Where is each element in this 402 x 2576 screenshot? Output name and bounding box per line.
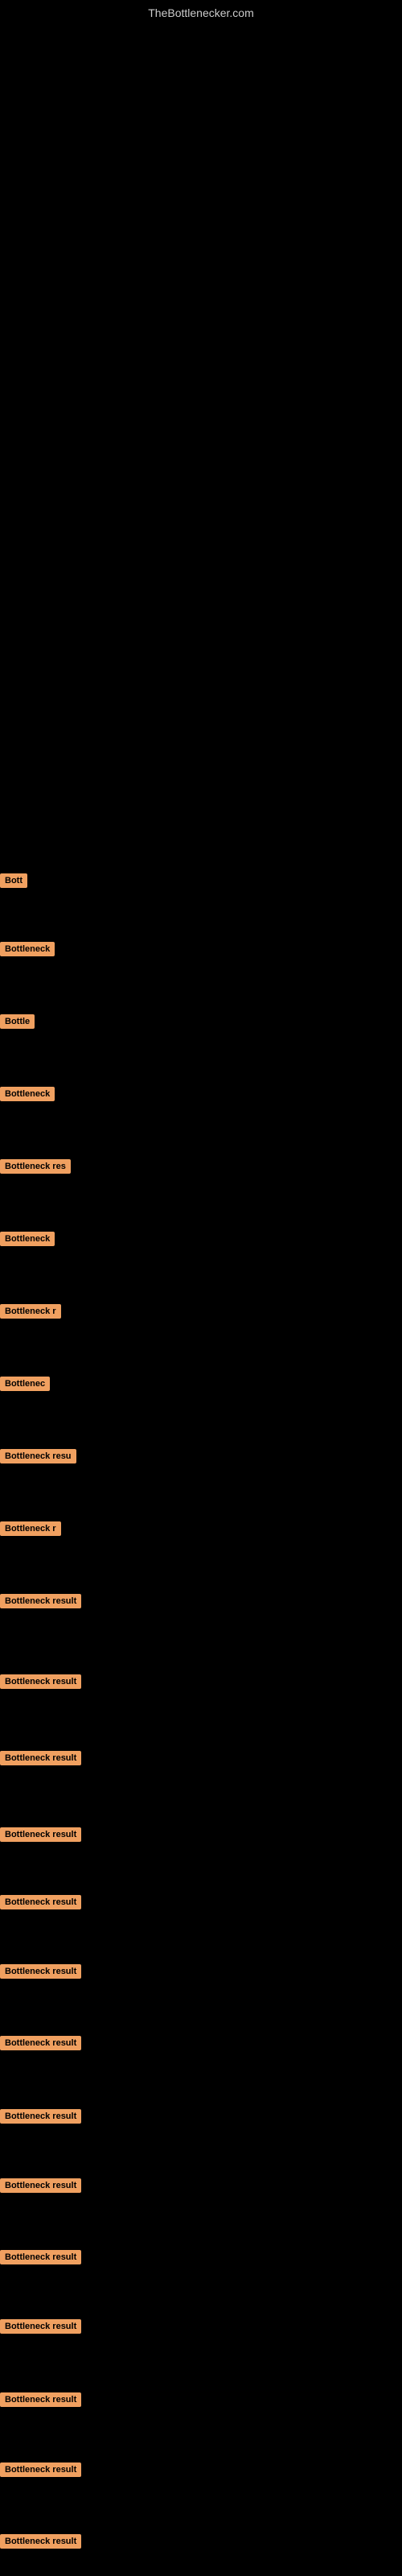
bottleneck-result-label[interactable]: Bottleneck — [0, 1232, 55, 1246]
bottleneck-result-row-24: Bottleneck result — [0, 2534, 81, 2553]
bottleneck-result-row-3: Bottle — [0, 1014, 35, 1033]
bottleneck-result-row-2: Bottleneck — [0, 942, 55, 960]
bottleneck-result-label[interactable]: Bottleneck result — [0, 1827, 81, 1842]
bottleneck-result-row-9: Bottleneck resu — [0, 1449, 76, 1468]
bottleneck-result-row-22: Bottleneck result — [0, 2392, 81, 2411]
bottleneck-result-row-21: Bottleneck result — [0, 2319, 81, 2338]
bottleneck-result-row-4: Bottleneck — [0, 1087, 55, 1105]
bottleneck-result-label[interactable]: Bottleneck r — [0, 1521, 61, 1536]
bottleneck-result-label[interactable]: Bottleneck result — [0, 1594, 81, 1608]
bottleneck-result-label[interactable]: Bottleneck result — [0, 2319, 81, 2334]
bottleneck-result-label[interactable]: Bottleneck result — [0, 1895, 81, 1909]
bottleneck-result-row-11: Bottleneck result — [0, 1594, 81, 1612]
site-title: TheBottlenecker.com — [0, 0, 402, 23]
bottleneck-result-label[interactable]: Bottleneck resu — [0, 1449, 76, 1463]
bottleneck-result-label[interactable]: Bottleneck result — [0, 2109, 81, 2124]
bottleneck-result-row-14: Bottleneck result — [0, 1827, 81, 1846]
bottleneck-result-row-13: Bottleneck result — [0, 1751, 81, 1769]
bottleneck-result-label[interactable]: Bottleneck r — [0, 1304, 61, 1319]
bottleneck-result-row-17: Bottleneck result — [0, 2036, 81, 2054]
bottleneck-result-row-15: Bottleneck result — [0, 1895, 81, 1913]
bottleneck-result-label[interactable]: Bottleneck result — [0, 2178, 81, 2193]
bottleneck-result-row-16: Bottleneck result — [0, 1964, 81, 1983]
bottleneck-result-label[interactable]: Bott — [0, 873, 27, 888]
bottleneck-result-label[interactable]: Bottleneck result — [0, 2250, 81, 2264]
bottleneck-result-row-10: Bottleneck r — [0, 1521, 61, 1540]
bottleneck-result-row-12: Bottleneck result — [0, 1674, 81, 1693]
bottleneck-result-label[interactable]: Bottleneck result — [0, 2534, 81, 2549]
bottleneck-result-row-6: Bottleneck — [0, 1232, 55, 1250]
bottleneck-result-label[interactable]: Bottleneck res — [0, 1159, 71, 1174]
bottleneck-result-row-5: Bottleneck res — [0, 1159, 71, 1178]
bottleneck-result-row-18: Bottleneck result — [0, 2109, 81, 2128]
bottleneck-result-label[interactable]: Bottleneck result — [0, 2036, 81, 2050]
bottleneck-result-row-19: Bottleneck result — [0, 2178, 81, 2197]
bottleneck-result-row-8: Bottlenec — [0, 1377, 50, 1395]
bottleneck-result-row-7: Bottleneck r — [0, 1304, 61, 1323]
bottleneck-result-row-1: Bott — [0, 873, 27, 892]
bottleneck-result-label[interactable]: Bottleneck result — [0, 1751, 81, 1765]
bottleneck-result-row-20: Bottleneck result — [0, 2250, 81, 2268]
bottleneck-result-label[interactable]: Bottleneck result — [0, 2462, 81, 2477]
bottleneck-result-label[interactable]: Bottlenec — [0, 1377, 50, 1391]
bottleneck-result-label[interactable]: Bottleneck result — [0, 2392, 81, 2407]
bottleneck-result-label[interactable]: Bottleneck — [0, 942, 55, 956]
bottleneck-result-label[interactable]: Bottle — [0, 1014, 35, 1029]
bottleneck-result-label[interactable]: Bottleneck result — [0, 1964, 81, 1979]
bottleneck-result-label[interactable]: Bottleneck result — [0, 1674, 81, 1689]
bottleneck-result-label[interactable]: Bottleneck — [0, 1087, 55, 1101]
bottleneck-result-row-23: Bottleneck result — [0, 2462, 81, 2481]
